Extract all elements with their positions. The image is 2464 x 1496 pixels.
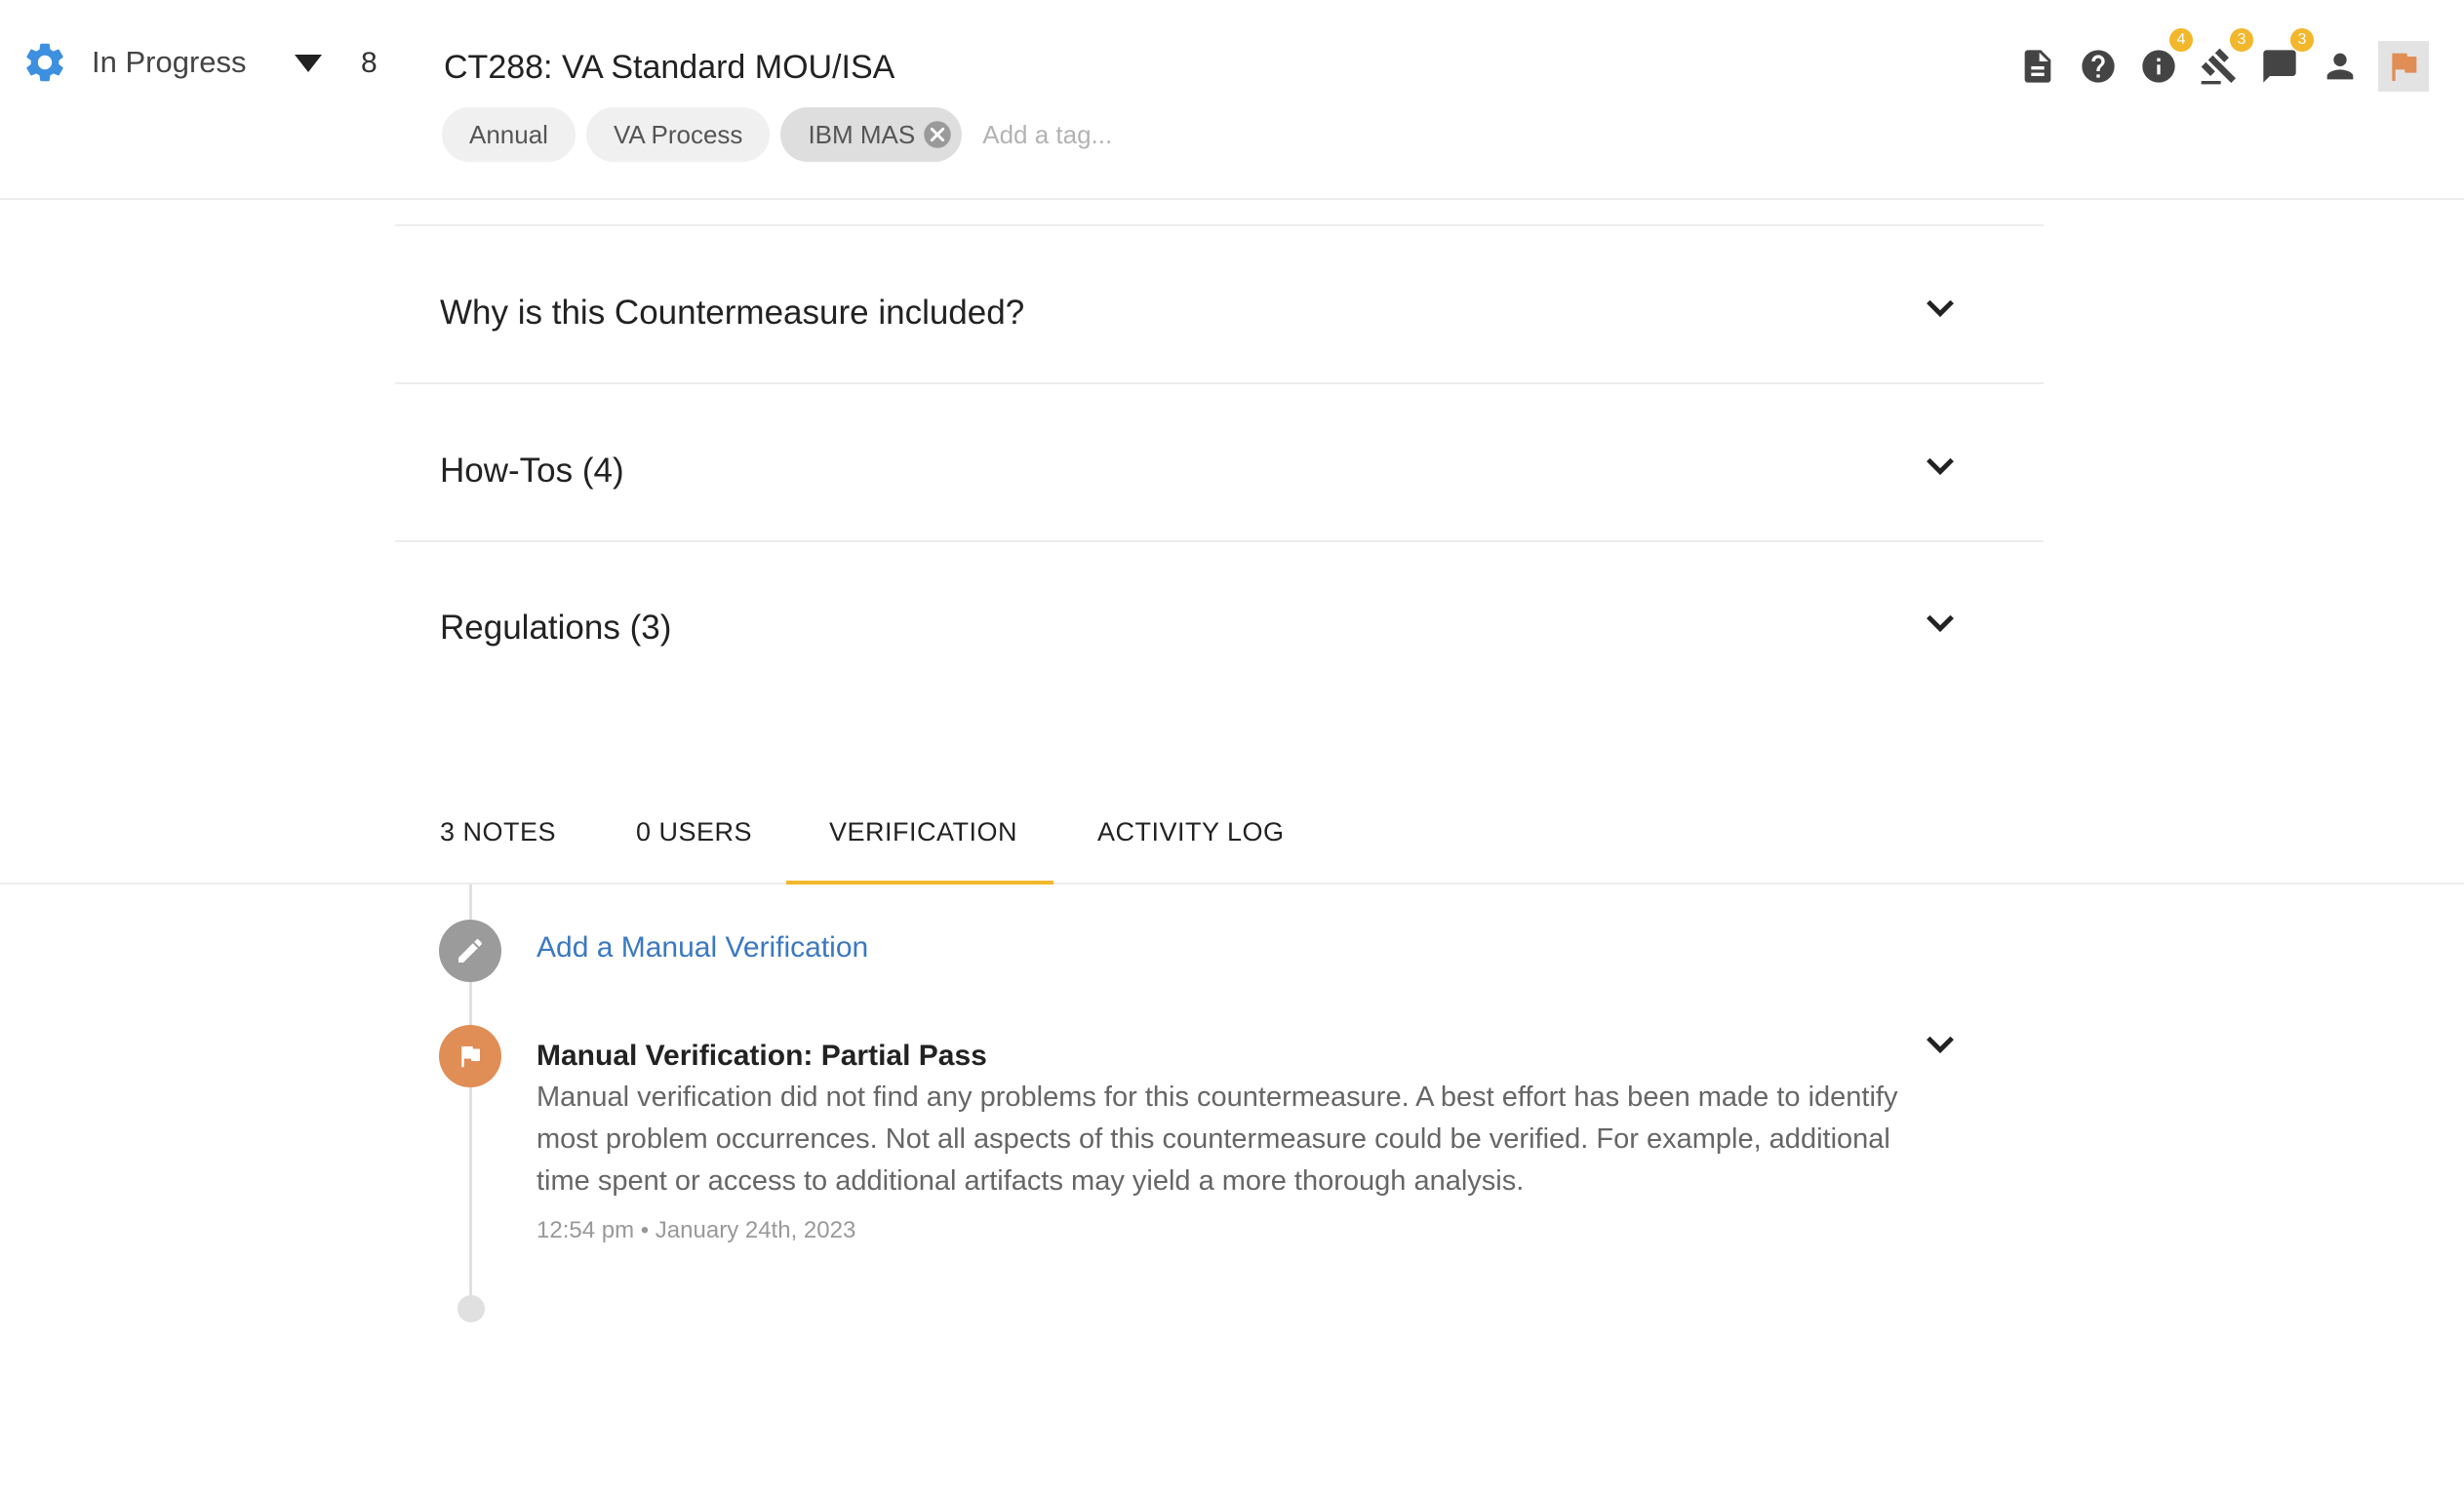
help-icon <box>2082 50 2115 83</box>
chevron-down-icon[interactable] <box>1926 456 1955 476</box>
caret-down-icon[interactable] <box>295 55 322 74</box>
tab-verification[interactable]: VERIFICATION <box>829 817 1017 847</box>
flag-button[interactable] <box>2378 41 2429 92</box>
flag-icon <box>2392 53 2417 81</box>
section-divider <box>395 224 2044 226</box>
top-header: In Progress 8 CT288: VA Standard MOU/ISA… <box>0 0 2464 200</box>
verification-timestamp: 12:54 pm • January 24th, 2023 <box>537 1217 856 1243</box>
chat-badge: 3 <box>2290 28 2314 52</box>
gavel-badge: 3 <box>2230 28 2253 52</box>
tab-notes[interactable]: 3 NOTES <box>440 817 556 847</box>
verification-title: Manual Verification: Partial Pass <box>537 1040 987 1072</box>
add-tag-input[interactable]: Add a tag... <box>982 120 1112 150</box>
pencil-icon <box>458 938 483 963</box>
item-count: 8 <box>361 47 378 79</box>
person-icon <box>2326 53 2354 80</box>
chevron-down-icon[interactable] <box>1926 1035 1955 1054</box>
info-button[interactable]: 4 <box>2136 28 2193 89</box>
tag-chip[interactable]: VA Process <box>585 107 771 162</box>
tabs-divider <box>0 883 2464 885</box>
chevron-down-icon[interactable] <box>1926 613 1955 633</box>
status-dropdown-label[interactable]: In Progress <box>92 45 247 80</box>
chat-icon <box>2263 50 2296 83</box>
accordion-title: How-Tos (4) <box>440 452 624 490</box>
document-icon <box>2024 50 2051 83</box>
page-title: CT288: VA Standard MOU/ISA <box>444 49 895 86</box>
tag-list: Annual VA Process IBM MAS Add a tag... <box>442 107 1112 162</box>
chevron-down-icon[interactable] <box>1926 298 1955 318</box>
header-toolbar: 4 3 3 <box>2000 28 2429 92</box>
accordion-title: Regulations (3) <box>440 609 672 647</box>
help-button[interactable] <box>2076 44 2121 89</box>
user-button[interactable] <box>2318 44 2363 89</box>
accordion-title: Why is this Countermeasure included? <box>440 294 1025 332</box>
tab-users[interactable]: 0 USERS <box>636 817 752 847</box>
tag-label: IBM MAS <box>808 119 916 149</box>
tag-chip[interactable]: Annual <box>442 107 576 162</box>
verification-status-marker <box>439 1025 501 1087</box>
active-tab-indicator <box>786 881 1053 885</box>
tag-label: VA Process <box>613 119 743 149</box>
info-icon <box>2142 50 2175 83</box>
section-divider <box>395 382 2044 384</box>
gavel-button[interactable]: 3 <box>2197 28 2253 89</box>
gear-icon[interactable] <box>21 39 68 86</box>
gavel-icon <box>2201 48 2237 85</box>
flag-icon <box>461 1046 480 1068</box>
remove-tag-icon[interactable] <box>923 120 952 149</box>
add-manual-verification-link[interactable]: Add a Manual Verification <box>537 931 868 965</box>
tag-chip[interactable]: IBM MAS <box>780 107 963 162</box>
verification-description: Manual verification did not find any pro… <box>537 1082 1898 1197</box>
add-verification-button[interactable] <box>439 920 501 982</box>
document-button[interactable] <box>2015 44 2060 89</box>
section-divider <box>395 540 2044 542</box>
timeline-end-dot <box>457 1295 485 1322</box>
info-badge: 4 <box>2169 28 2193 52</box>
comments-button[interactable]: 3 <box>2257 28 2314 89</box>
tab-activity-log[interactable]: ACTIVITY LOG <box>1097 817 1285 847</box>
tag-label: Annual <box>469 119 548 149</box>
